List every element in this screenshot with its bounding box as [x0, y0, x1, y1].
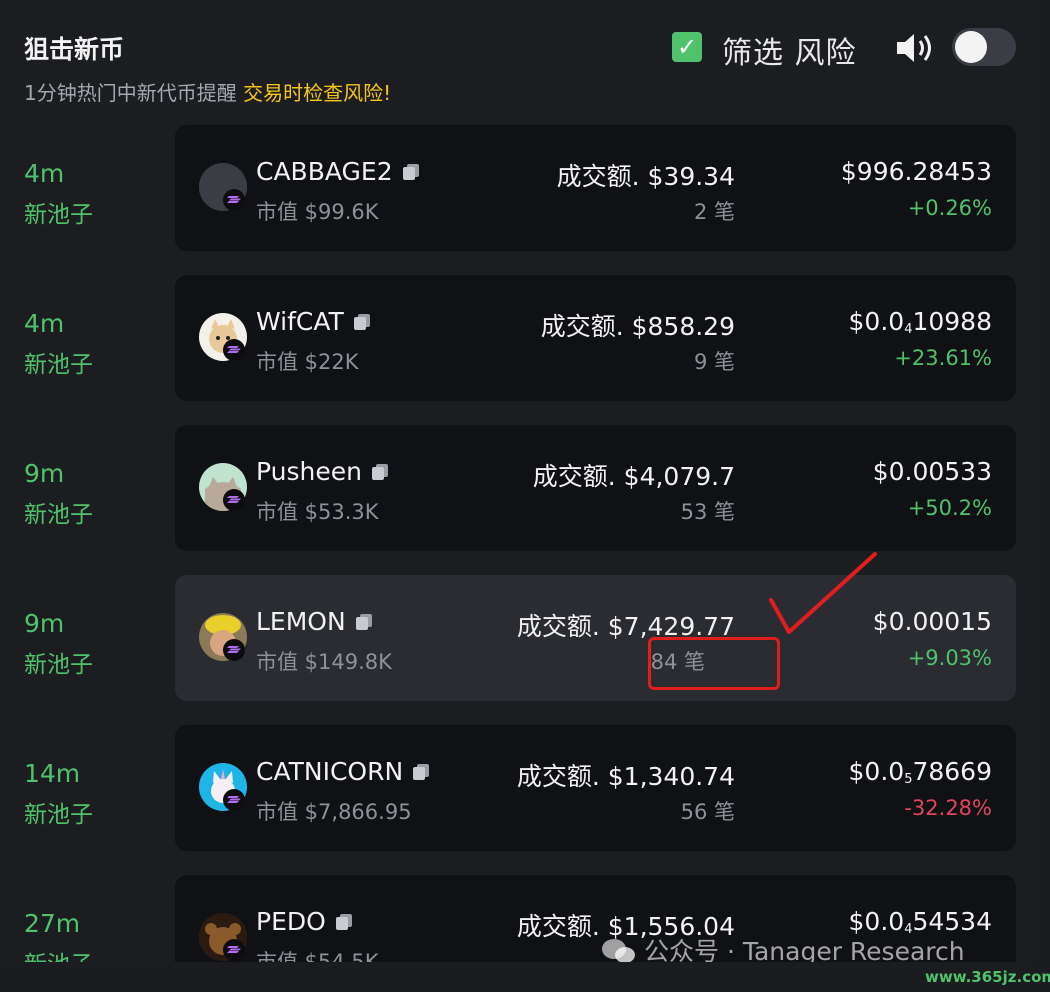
- sound-toggle[interactable]: [952, 28, 1016, 66]
- market-cap: 市值 $99.6K: [256, 200, 379, 224]
- new-pool-label: 新池子: [24, 802, 93, 828]
- subtitle-text: 1分钟热门中新代币提醒: [24, 81, 237, 105]
- token-price: $0.00533: [872, 457, 992, 486]
- new-pool-label: 新池子: [24, 352, 93, 378]
- trade-count: 53 笔: [680, 500, 735, 524]
- trade-count-highlight-box: [648, 637, 780, 690]
- token-name: CABBAGE2: [256, 157, 421, 186]
- watermark: 公众号 · Tanager Research: [600, 932, 965, 962]
- new-pool-label: 新池子: [24, 502, 93, 528]
- solana-chain-icon: [223, 189, 245, 211]
- solana-chain-icon: [223, 489, 245, 511]
- new-pool-label: 新池子: [24, 652, 93, 678]
- risk-warning: 交易时检查风险!: [243, 81, 392, 105]
- token-card-cabbage2[interactable]: CABBAGE2 市值 $99.6K 成交额. $39.34 2 笔 $996.…: [175, 125, 1016, 251]
- trade-count: 56 笔: [680, 800, 735, 824]
- wechat-icon: [602, 939, 635, 962]
- price-change: +9.03%: [907, 646, 992, 670]
- market-cap: 市值 $53.3K: [256, 500, 379, 524]
- trade-volume: 成交额. $39.34: [556, 162, 735, 191]
- copy-icon[interactable]: [401, 162, 421, 182]
- trade-count: 9 笔: [693, 350, 735, 374]
- token-name: PEDO: [256, 907, 354, 936]
- price-change: -32.28%: [904, 796, 992, 820]
- speaker-icon[interactable]: [895, 30, 937, 66]
- price-change: +23.61%: [894, 346, 992, 370]
- trade-count: 2 笔: [693, 200, 735, 224]
- market-cap: 市值 $22K: [256, 350, 359, 374]
- copy-icon[interactable]: [370, 462, 390, 482]
- token-card-pusheen[interactable]: Pusheen 市值 $53.3K 成交额. $4,079.7 53 笔 $0.…: [175, 425, 1016, 551]
- token-row: 9m 新池子 Pusheen 市值 $53.3K 成交额. $4,079.7 5…: [0, 425, 1034, 551]
- market-cap: 市值 $7,866.95: [256, 800, 412, 824]
- solana-chain-icon: [223, 639, 245, 661]
- token-price: $0.0410988: [848, 307, 992, 337]
- trade-volume: 成交额. $1,340.74: [516, 762, 735, 791]
- token-row: 14m 新池子 CATNICORN 市值 $7,866.95 成交额. $1,3…: [0, 725, 1034, 851]
- market-cap: 市值 $54.5K: [256, 950, 379, 962]
- token-name: Pusheen: [256, 457, 390, 486]
- token-name: WifCAT: [256, 307, 372, 336]
- market-cap: 市值 $149.8K: [256, 650, 392, 674]
- new-pool-label: 新池子: [24, 202, 93, 228]
- pool-age: 9m: [24, 459, 65, 488]
- price-change: +0.26%: [907, 196, 992, 220]
- pool-age: 4m: [24, 159, 65, 188]
- token-row: 4m 新池子 WifCAT 市值 $22K 成交额. $858.29 9 笔 $…: [0, 275, 1034, 401]
- trade-volume: 成交额. $4,079.7: [532, 462, 735, 491]
- checkmark-icon: ✓: [676, 33, 698, 61]
- token-card-catnicorn[interactable]: CATNICORN 市值 $7,866.95 成交额. $1,340.74 56…: [175, 725, 1016, 851]
- filter-risk-label[interactable]: 筛选 风险: [722, 28, 857, 72]
- watermark-text: 公众号 · Tanager Research: [644, 937, 965, 962]
- solana-chain-icon: [223, 939, 245, 961]
- solana-chain-icon: [223, 339, 245, 361]
- copy-icon[interactable]: [411, 762, 431, 782]
- trade-volume: 成交额. $858.29: [540, 312, 735, 341]
- new-pool-label: 新池子: [24, 945, 93, 962]
- new-token-sniper-panel: 狙击新币 1分钟热门中新代币提醒 交易时检查风险! ✓ 筛选 风险 4m 新池子…: [0, 0, 1034, 962]
- token-price: $0.00015: [872, 607, 992, 636]
- copy-icon[interactable]: [334, 912, 354, 932]
- page-title: 狙击新币: [24, 35, 125, 64]
- page-subtitle: 1分钟热门中新代币提醒 交易时检查风险!: [24, 77, 391, 106]
- red-checkmark-annotation: [769, 552, 877, 634]
- copy-icon[interactable]: [352, 312, 372, 332]
- token-row: 4m 新池子 CABBAGE2 市值 $99.6K 成交额. $39.34 2 …: [0, 125, 1034, 251]
- pool-age: 27m: [24, 909, 81, 938]
- toggle-knob: [955, 31, 987, 63]
- pool-age: 14m: [24, 759, 81, 788]
- token-name: CATNICORN: [256, 757, 431, 786]
- site-watermark: www.365jz.com: [925, 968, 1050, 986]
- token-card-wifcat[interactable]: WifCAT 市值 $22K 成交额. $858.29 9 笔 $0.04109…: [175, 275, 1016, 401]
- copy-icon[interactable]: [354, 612, 374, 632]
- filter-checkbox[interactable]: ✓: [672, 32, 702, 62]
- price-change: +50.2%: [907, 496, 992, 520]
- pool-age: 4m: [24, 309, 65, 338]
- token-card-lemon[interactable]: LEMON 市值 $149.8K 成交额. $7,429.77 84 笔 $0.…: [175, 575, 1016, 701]
- pool-age: 9m: [24, 609, 65, 638]
- solana-chain-icon: [223, 789, 245, 811]
- token-price: $996.28453: [840, 157, 992, 186]
- token-price: $0.0578669: [848, 757, 992, 787]
- token-name: LEMON: [256, 607, 374, 636]
